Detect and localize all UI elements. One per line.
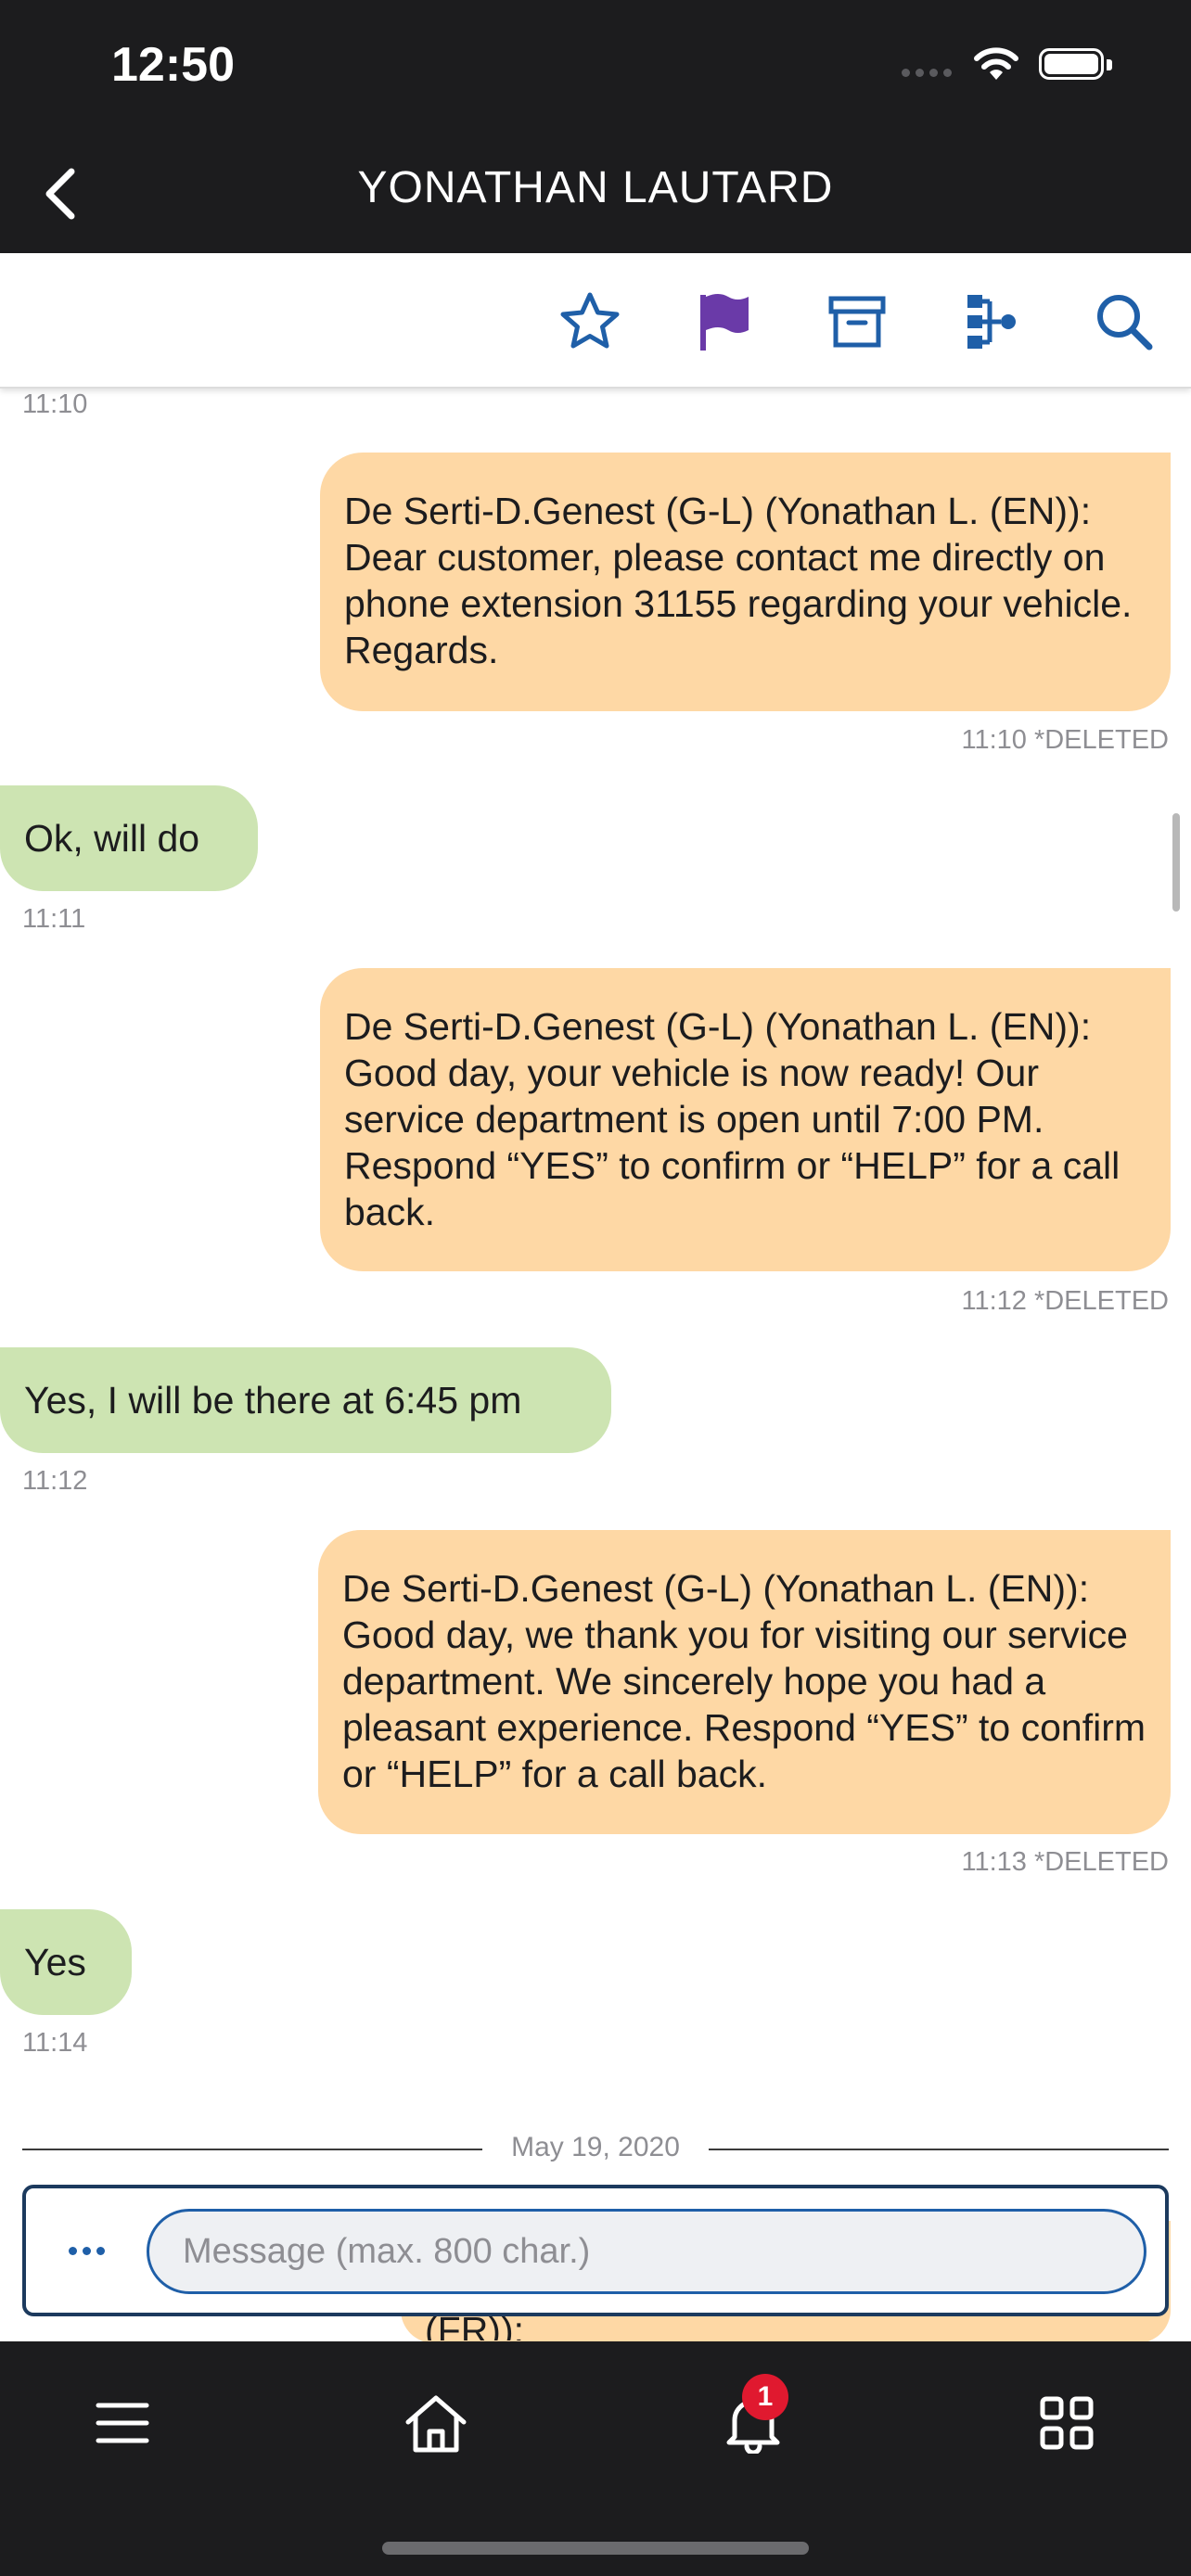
cellular-signal-icon bbox=[902, 65, 957, 82]
message-text: Ok, will do bbox=[24, 817, 200, 860]
scrollbar-thumb[interactable] bbox=[1172, 813, 1180, 912]
search-icon bbox=[1097, 295, 1153, 351]
more-options-button[interactable] bbox=[54, 2224, 119, 2279]
message-timestamp: 11:14 bbox=[22, 2028, 88, 2058]
tree-icon bbox=[967, 295, 1016, 349]
message-text: De Serti-D.Genest (G-L) (Yonathan L. (EN… bbox=[344, 1005, 1121, 1233]
search-button[interactable] bbox=[1089, 287, 1159, 357]
message-text: De Serti-D.Genest (G-L) (Yonathan L. (EN… bbox=[344, 490, 1133, 671]
message-timestamp: 11:10 bbox=[22, 389, 88, 419]
outgoing-message-bubble[interactable]: De Serti-D.Genest (G-L) (Yonathan L. (EN… bbox=[318, 1530, 1171, 1834]
home-tab[interactable] bbox=[390, 2377, 482, 2469]
status-bar: 12:50 bbox=[0, 0, 1191, 134]
wifi-icon bbox=[972, 45, 1020, 86]
menu-tab[interactable] bbox=[76, 2377, 169, 2469]
message-thread[interactable]: 11:10 De Serti-D.Genest (G-L) (Yonathan … bbox=[0, 387, 1191, 2186]
outgoing-message-bubble[interactable]: De Serti-D.Genest (G-L) (Yonathan L. (EN… bbox=[320, 968, 1171, 1271]
incoming-message-bubble[interactable]: Ok, will do bbox=[0, 785, 258, 891]
message-text: De Serti-D.Genest (G-L) (Yonathan L. (EN… bbox=[342, 1567, 1146, 1795]
incoming-message-bubble[interactable]: Yes, I will be there at 6:45 pm bbox=[0, 1347, 611, 1453]
notification-badge: 1 bbox=[742, 2374, 788, 2420]
message-input[interactable] bbox=[147, 2209, 1146, 2294]
message-composer bbox=[22, 2185, 1169, 2316]
star-button[interactable] bbox=[555, 287, 625, 357]
page-title: YONATHAN LAUTARD bbox=[357, 163, 834, 212]
message-timestamp: 11:10 *DELETED bbox=[961, 725, 1169, 755]
message-timestamp: 11:12 bbox=[22, 1466, 88, 1496]
message-timestamp: 11:11 bbox=[22, 904, 86, 934]
ellipsis-icon bbox=[66, 2243, 108, 2260]
archive-icon bbox=[828, 296, 886, 348]
date-label: May 19, 2020 bbox=[511, 2132, 680, 2162]
date-separator: May 19, 2020 bbox=[22, 2130, 1169, 2167]
message-timestamp: 11:12 *DELETED bbox=[961, 1286, 1169, 1316]
grid-icon bbox=[1040, 2396, 1094, 2450]
incoming-message-bubble[interactable]: Yes bbox=[0, 1909, 132, 2015]
apps-tab[interactable] bbox=[1020, 2377, 1113, 2469]
archive-button[interactable] bbox=[822, 287, 892, 357]
home-icon bbox=[405, 2395, 467, 2453]
header-bar: YONATHAN LAUTARD bbox=[0, 134, 1191, 253]
home-indicator bbox=[382, 2542, 809, 2555]
flag-button[interactable] bbox=[688, 287, 759, 357]
message-text: Yes, I will be there at 6:45 pm bbox=[24, 1379, 522, 1422]
conversation-toolbar bbox=[0, 253, 1191, 389]
status-time: 12:50 bbox=[111, 38, 235, 92]
hamburger-menu-icon bbox=[96, 2403, 149, 2443]
message-text: Yes bbox=[24, 1941, 86, 1983]
battery-icon bbox=[1039, 48, 1112, 80]
star-icon bbox=[560, 292, 620, 349]
tree-button[interactable] bbox=[955, 287, 1026, 357]
outgoing-message-bubble[interactable]: De Serti-D.Genest (G-L) (Yonathan L. (EN… bbox=[320, 453, 1171, 711]
flag-icon bbox=[700, 294, 749, 351]
message-timestamp: 11:13 *DELETED bbox=[961, 1847, 1169, 1877]
